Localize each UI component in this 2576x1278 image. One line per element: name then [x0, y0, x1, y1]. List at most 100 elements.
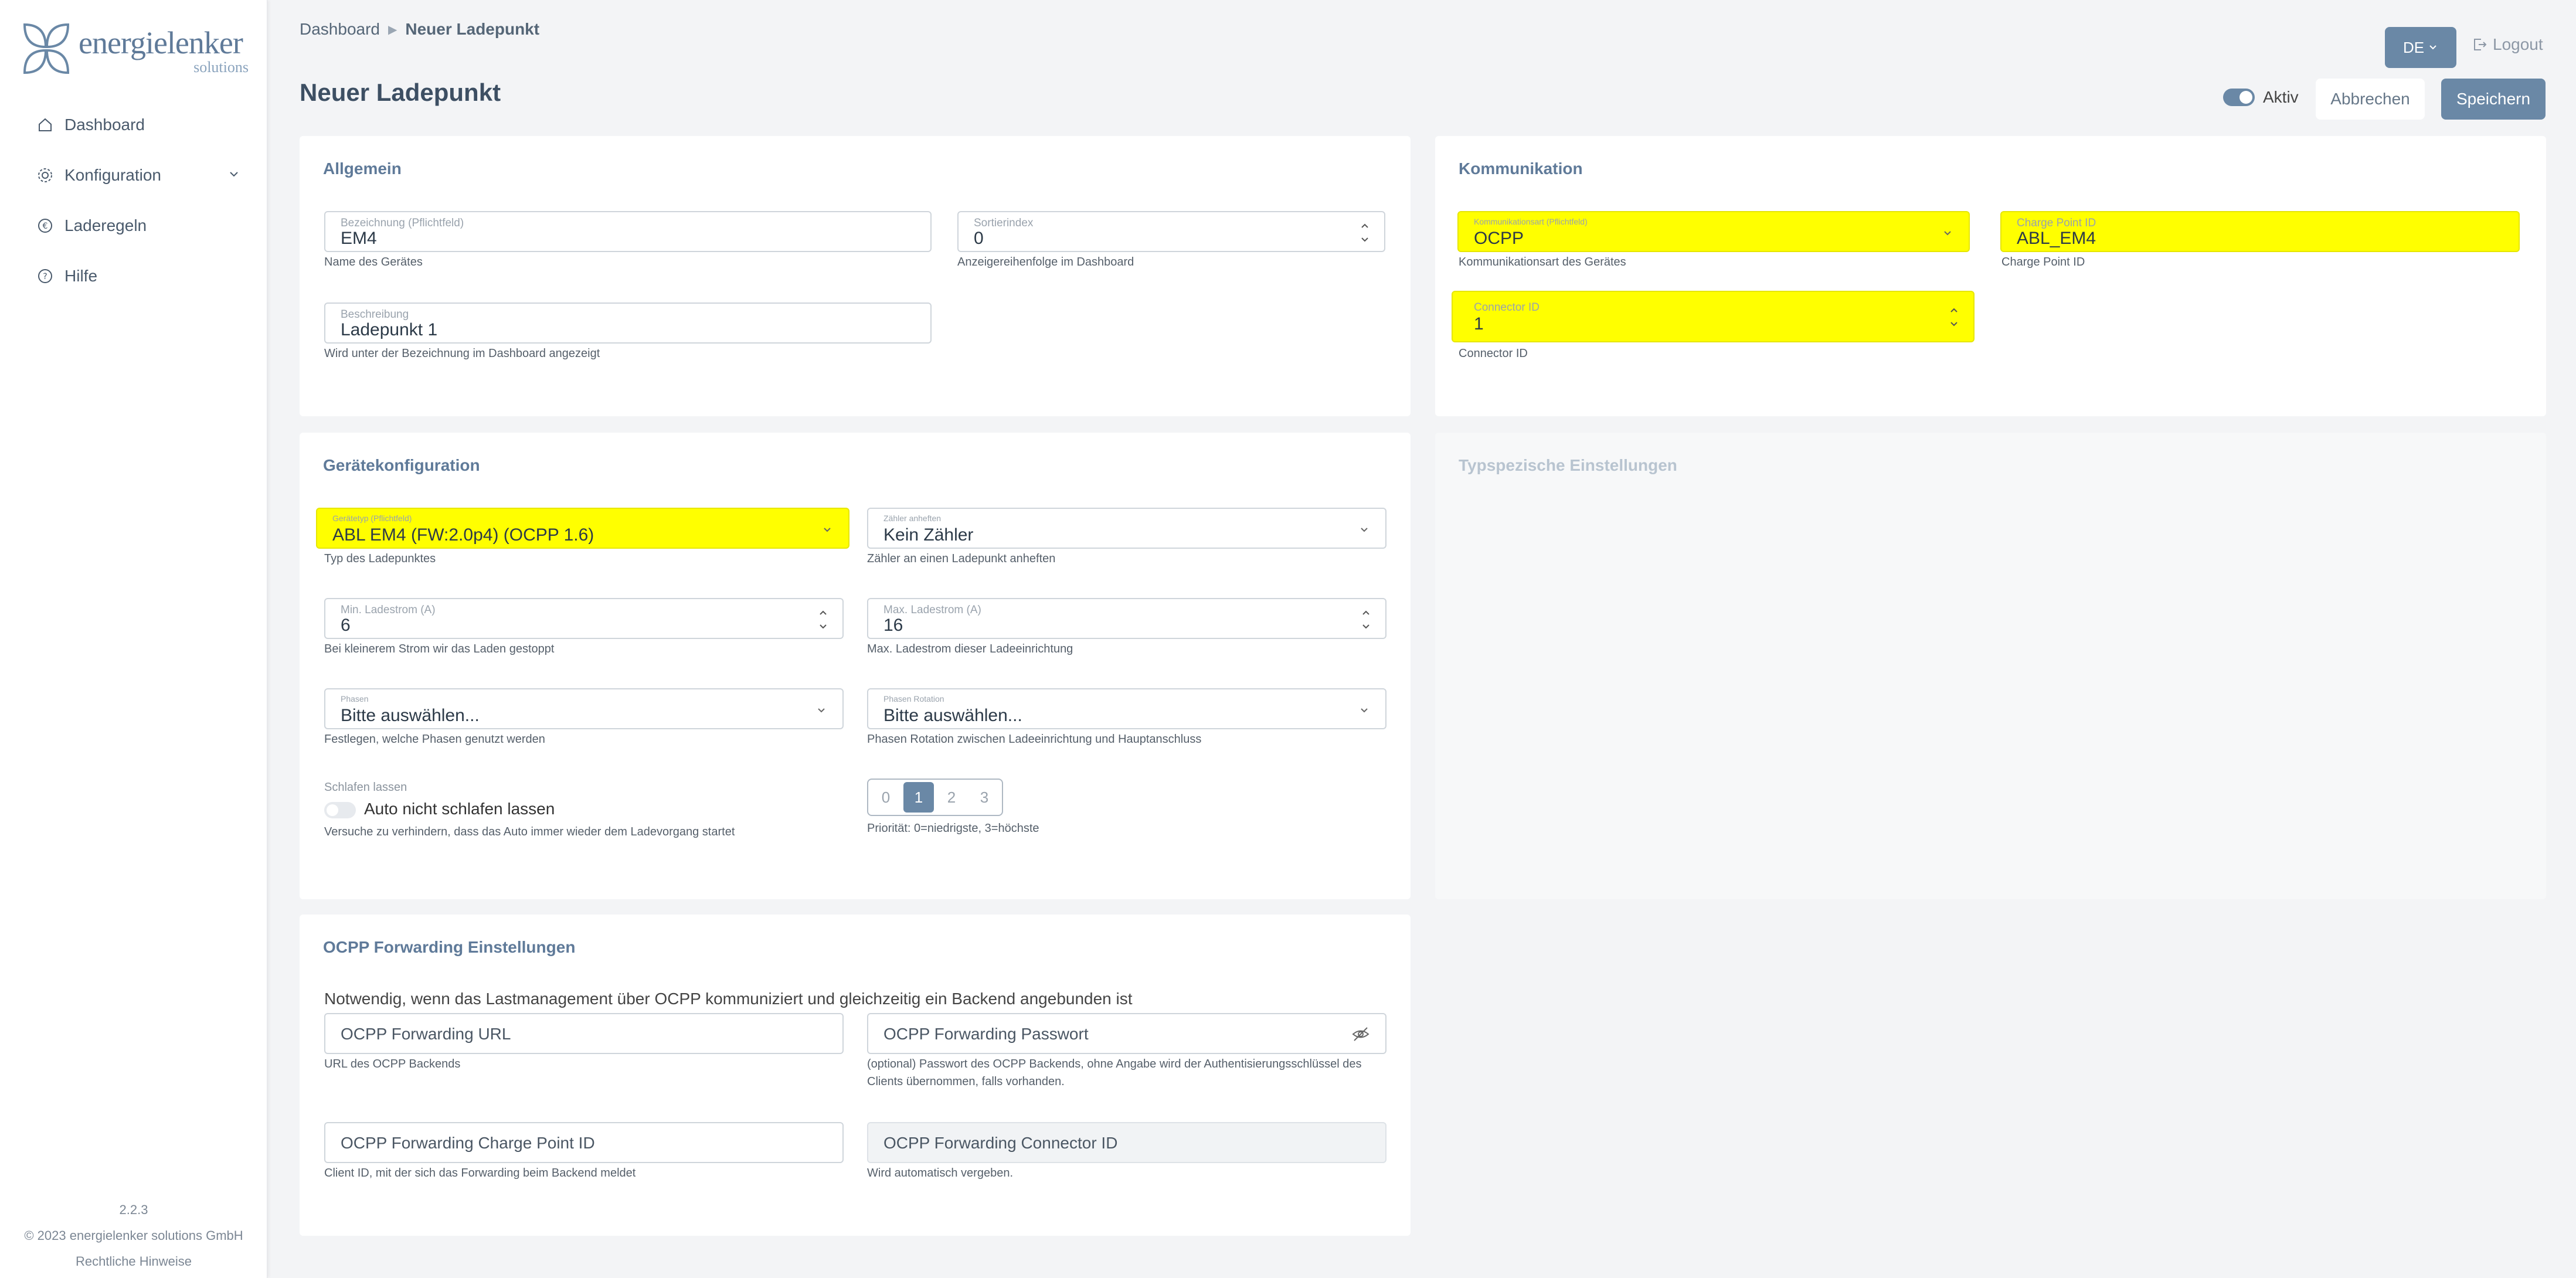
breadcrumb-current: Neuer Ladepunkt	[405, 20, 540, 38]
phasen-rotation-select[interactable]: Phasen Rotation Bitte auswählen...	[867, 688, 1386, 729]
field-label: Connector ID	[1474, 301, 1540, 314]
field-help-line: (optional) Passwort des OCPP Backends, o…	[867, 1058, 1362, 1070]
ocpp-url-field[interactable]: OCPP Forwarding URL	[324, 1013, 844, 1054]
chevron-down-icon	[824, 528, 831, 532]
field-help: Festlegen, welche Phasen genutzt werden	[324, 733, 545, 746]
card-kommunikation: Kommunikation Kommunikationsart (Pflicht…	[1435, 136, 2546, 416]
field-help: Anzeigereihenfolge im Dashboard	[957, 256, 1134, 268]
field-help: Connector ID	[1459, 347, 1528, 360]
logo-sub: solutions	[193, 59, 249, 76]
help-icon: ?	[36, 267, 54, 285]
field-value: 6	[341, 616, 351, 635]
field-placeholder: OCPP Forwarding Connector ID	[883, 1134, 1118, 1152]
charge-point-id-field[interactable]: Charge Point ID ABL_EM4	[2000, 211, 2520, 252]
field-help-line: Clients übernommen, falls vorhanden.	[867, 1075, 1065, 1088]
field-label: Bezeichnung (Pflichtfeld)	[341, 217, 464, 229]
priority-option-selected[interactable]: 1	[903, 782, 934, 813]
field-value: Ladepunkt 1	[341, 320, 438, 339]
sidebar-item-dashboard[interactable]: Dashboard	[0, 100, 267, 150]
field-help: Typ des Ladepunktes	[324, 552, 436, 565]
sidebar-item-hilfe[interactable]: ? Hilfe	[0, 251, 267, 301]
legal-link[interactable]: Rechtliche Hinweise	[0, 1249, 267, 1274]
geraetetyp-select[interactable]: Gerätetyp (Pflichtfeld) ABL EM4 (FW:2.0p…	[316, 508, 849, 549]
field-help: Name des Gerätes	[324, 256, 423, 268]
field-label: Charge Point ID	[2017, 217, 2096, 229]
logo[interactable]: energielenker solutions	[20, 22, 249, 76]
breadcrumb-dashboard[interactable]: Dashboard	[300, 20, 380, 39]
sidebar-item-laderegeln[interactable]: € Laderegeln	[0, 200, 267, 251]
logout-icon	[2474, 39, 2487, 50]
logout-label: Logout	[2493, 35, 2543, 53]
cancel-button[interactable]: Abbrechen	[2316, 79, 2425, 120]
beschreibung-field[interactable]: Beschreibung Ladepunkt 1	[324, 302, 932, 344]
field-help: Phasen Rotation zwischen Ladeeinrichtung…	[867, 733, 1202, 746]
logo-mark-icon	[23, 23, 70, 74]
ocpp-connector-id-field: OCPP Forwarding Connector ID	[867, 1122, 1386, 1163]
priority-selector[interactable]: 0 1 2 3	[867, 779, 1003, 816]
stepper-icon[interactable]	[1361, 605, 1371, 634]
field-label: Zähler anheften	[883, 514, 942, 523]
min-ladestrom-field[interactable]: Min. Ladestrom (A) 6	[324, 598, 844, 639]
field-help: Bei kleinerem Strom wir das Laden gestop…	[324, 643, 555, 655]
copyright: © 2023 energielenker solutions GmbH	[24, 1228, 243, 1243]
eye-off-icon[interactable]	[1351, 1025, 1370, 1044]
card-ocpp-forwarding: OCPP Forwarding Einstellungen Notwendig,…	[300, 915, 1411, 1236]
card-allgemein: Allgemein Bezeichnung (Pflichtfeld) EM4 …	[300, 136, 1411, 416]
field-value: ABL_EM4	[2017, 229, 2096, 248]
card-title: Allgemein	[323, 159, 402, 178]
field-placeholder: OCPP Forwarding URL	[341, 1025, 511, 1043]
field-label: Kommunikationsart (Pflichtfeld)	[1474, 217, 1588, 226]
sidebar-item-label: Hilfe	[64, 267, 98, 285]
sidebar-footer: 2.2.3 © 2023 energielenker solutions Gmb…	[0, 1197, 267, 1278]
schlafen-switch[interactable]	[324, 802, 356, 818]
priority-option[interactable]: 0	[871, 782, 901, 813]
field-placeholder: OCPP Forwarding Charge Point ID	[341, 1134, 595, 1152]
sortierindex-field[interactable]: Sortierindex 0	[957, 211, 1385, 252]
logout-link[interactable]: Logout	[2472, 35, 2543, 54]
stepper-icon[interactable]	[1949, 302, 1959, 332]
bezeichnung-field[interactable]: Bezeichnung (Pflichtfeld) EM4	[324, 211, 932, 252]
connector-id-field[interactable]: Connector ID 1	[1452, 291, 1975, 342]
language-select[interactable]: DE	[2385, 27, 2456, 68]
field-help: Kommunikationsart des Gerätes	[1459, 256, 1626, 268]
ocpp-charge-point-id-field[interactable]: OCPP Forwarding Charge Point ID	[324, 1122, 844, 1163]
sidebar-item-label: Konfiguration	[64, 166, 162, 184]
active-switch[interactable]	[2223, 89, 2255, 106]
zaehler-select[interactable]: Zähler anheften Kein Zähler	[867, 508, 1386, 549]
version: 2.2.3	[119, 1202, 148, 1217]
phasen-select[interactable]: Phasen Bitte auswählen...	[324, 688, 844, 729]
chevron-down-icon	[1361, 708, 1368, 713]
ocpp-notice: Notwendig, wenn das Lastmanagement über …	[324, 990, 1133, 1008]
field-label: Max. Ladestrom (A)	[883, 604, 981, 616]
chevron-down-icon	[1361, 528, 1368, 532]
ocpp-password-field[interactable]: OCPP Forwarding Passwort	[867, 1013, 1386, 1054]
stepper-icon[interactable]	[818, 605, 828, 634]
priority-option[interactable]: 2	[936, 782, 967, 813]
euro-icon: €	[36, 217, 54, 234]
field-value: OCPP	[1474, 229, 1524, 248]
home-icon	[36, 116, 54, 134]
max-ladestrom-field[interactable]: Max. Ladestrom (A) 16	[867, 598, 1386, 639]
field-help: Wird automatisch vergeben.	[867, 1167, 1014, 1180]
kommunikationsart-select[interactable]: Kommunikationsart (Pflichtfeld) OCPP	[1457, 211, 1970, 252]
active-toggle[interactable]: Aktiv	[2223, 88, 2299, 107]
save-button[interactable]: Speichern	[2441, 79, 2546, 120]
chevron-down-icon	[1944, 231, 1951, 236]
sidebar-nav: Dashboard Konfiguration € Laderegeln ? H…	[0, 100, 267, 301]
sidebar-item-konfiguration[interactable]: Konfiguration	[0, 150, 267, 200]
priority-option[interactable]: 3	[969, 782, 1000, 813]
active-label: Aktiv	[2263, 88, 2299, 106]
field-help: Versuche zu verhindern, dass das Auto im…	[324, 825, 735, 838]
field-label: Beschreibung	[341, 308, 409, 321]
field-label: Min. Ladestrom (A)	[341, 604, 436, 616]
card-title: OCPP Forwarding Einstellungen	[323, 938, 576, 956]
card-geraetekonfiguration: Gerätekonfiguration Gerätetyp (Pflichtfe…	[300, 433, 1411, 899]
card-title: Typspezische Einstellungen	[1459, 456, 1677, 474]
stepper-icon[interactable]	[1360, 218, 1370, 247]
field-value: EM4	[341, 229, 377, 248]
field-value: Kein Zähler	[883, 525, 974, 545]
card-title: Kommunikation	[1459, 159, 1583, 178]
field-help: Client ID, mit der sich das Forwarding b…	[324, 1167, 636, 1180]
field-label: Sortierindex	[974, 217, 1034, 229]
page-title: Neuer Ladepunkt	[300, 79, 501, 106]
